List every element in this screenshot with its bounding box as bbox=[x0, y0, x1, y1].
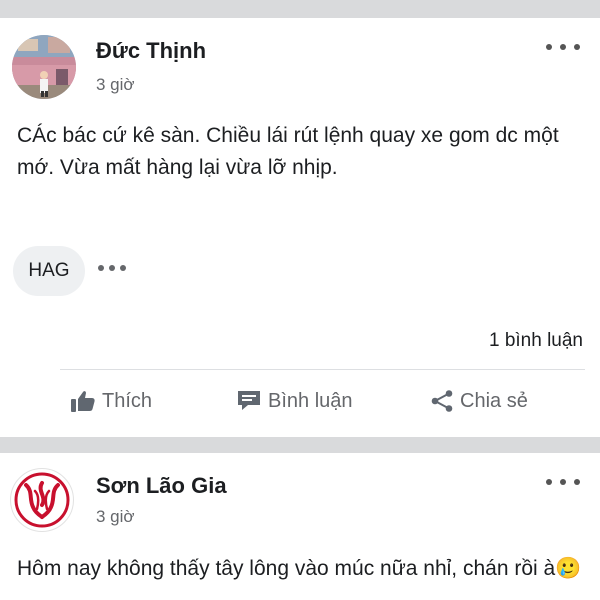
post-time[interactable]: 3 giờ bbox=[96, 75, 135, 95]
more-tags-icon[interactable] bbox=[98, 264, 126, 272]
feed-divider bbox=[0, 0, 600, 18]
post-author[interactable]: Sơn Lão Gia bbox=[96, 473, 227, 499]
hashtag-chip[interactable]: HAG bbox=[13, 246, 85, 296]
avatar[interactable] bbox=[10, 468, 74, 532]
post-author[interactable]: Đức Thịnh bbox=[96, 38, 206, 64]
more-horizontal-icon[interactable] bbox=[546, 40, 580, 54]
more-horizontal-icon[interactable] bbox=[546, 475, 580, 489]
feed-divider bbox=[0, 437, 600, 453]
comment-label: Bình luận bbox=[268, 389, 353, 412]
share-label: Chia sẻ bbox=[460, 389, 528, 412]
post-text: Hôm nay không thấy tây lông vào múc nữa … bbox=[17, 557, 582, 580]
post-text: CÁc bác cứ kê sàn. Chiều lái rút lệnh qu… bbox=[17, 124, 559, 179]
like-button[interactable]: Thích bbox=[70, 386, 152, 416]
post-time[interactable]: 3 giờ bbox=[96, 507, 135, 527]
share-button[interactable]: Chia sẻ bbox=[430, 386, 528, 416]
post-card: Sơn Lão Gia 3 giờ Hôm nay không thấy tây… bbox=[0, 453, 600, 600]
share-icon bbox=[431, 390, 453, 412]
like-label: Thích bbox=[102, 389, 153, 412]
comment-button[interactable]: Bình luận bbox=[236, 386, 353, 416]
comment-count[interactable]: 1 bình luận bbox=[489, 330, 583, 352]
actions-divider bbox=[60, 369, 585, 370]
post-card: Đức Thịnh 3 giờ CÁc bác cứ kê sàn. Chiều… bbox=[0, 18, 600, 437]
avatar[interactable] bbox=[12, 35, 76, 99]
brand-logo-icon bbox=[12, 470, 72, 530]
thumbs-up-icon bbox=[71, 391, 95, 412]
comment-icon bbox=[238, 391, 260, 410]
